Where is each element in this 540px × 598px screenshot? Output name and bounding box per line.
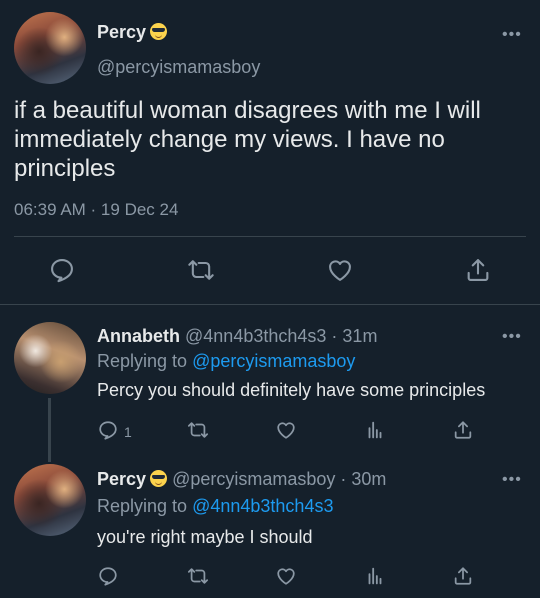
author-name[interactable]: Percy (97, 22, 168, 43)
share-icon[interactable] (452, 565, 474, 587)
share-icon[interactable] (464, 256, 492, 284)
mention-link[interactable]: @4nn4b3thch4s3 (192, 496, 333, 516)
analytics-icon[interactable] (364, 565, 386, 587)
author-name[interactable]: Percy (97, 469, 146, 489)
analytics-icon[interactable] (364, 419, 386, 441)
like-icon[interactable] (326, 256, 354, 284)
more-options-icon[interactable]: ••• (502, 471, 522, 489)
reply-icon[interactable] (97, 419, 119, 441)
like-icon[interactable] (275, 565, 297, 587)
retweet-icon[interactable] (187, 419, 209, 441)
time-ago[interactable]: · 31m (331, 326, 377, 346)
sunglasses-emoji-icon (150, 470, 168, 487)
reply-text: you're right maybe I should (97, 527, 313, 547)
thread-line (48, 398, 51, 462)
sunglasses-emoji-icon (150, 23, 168, 40)
like-icon[interactable] (275, 419, 297, 441)
avatar[interactable] (14, 322, 86, 394)
retweet-icon[interactable] (187, 565, 209, 587)
reply-icon[interactable] (48, 256, 76, 284)
divider (14, 236, 526, 237)
reply-text: Percy you should definitely have some pr… (97, 380, 486, 400)
share-icon[interactable] (452, 419, 474, 441)
author-handle[interactable]: @percyismamasboy (172, 469, 335, 489)
more-options-icon[interactable]: ••• (502, 328, 522, 346)
tweet-timestamp[interactable]: 06:39 AM · 19 Dec 24 (14, 200, 178, 220)
reply-count: 1 (124, 424, 132, 440)
retweet-icon[interactable] (187, 256, 215, 284)
author-handle[interactable]: @percyismamasboy (97, 57, 260, 78)
replying-prefix: Replying to (97, 496, 188, 516)
author-name[interactable]: Annabeth (97, 326, 180, 346)
reply-icon[interactable] (97, 565, 119, 587)
replying-to: Replying to @percyismamasboy (97, 351, 355, 372)
more-options-icon[interactable]: ••• (502, 26, 522, 44)
replying-prefix: Replying to (97, 351, 188, 371)
avatar[interactable] (14, 12, 86, 84)
mention-link[interactable]: @percyismamasboy (192, 351, 355, 371)
author-name-text[interactable]: Percy (97, 22, 146, 42)
time-ago[interactable]: · 30m (340, 469, 386, 489)
tweet-text: if a beautiful woman disagrees with me I… (14, 97, 481, 182)
divider (0, 304, 540, 305)
replying-to: Replying to @4nn4b3thch4s3 (97, 496, 333, 517)
reply-header: Percy @percyismamasboy · 30m (97, 469, 386, 490)
avatar[interactable] (14, 464, 86, 536)
reply-header: Annabeth @4nn4b3thch4s3 · 31m (97, 326, 377, 347)
author-handle[interactable]: @4nn4b3thch4s3 (185, 326, 326, 346)
